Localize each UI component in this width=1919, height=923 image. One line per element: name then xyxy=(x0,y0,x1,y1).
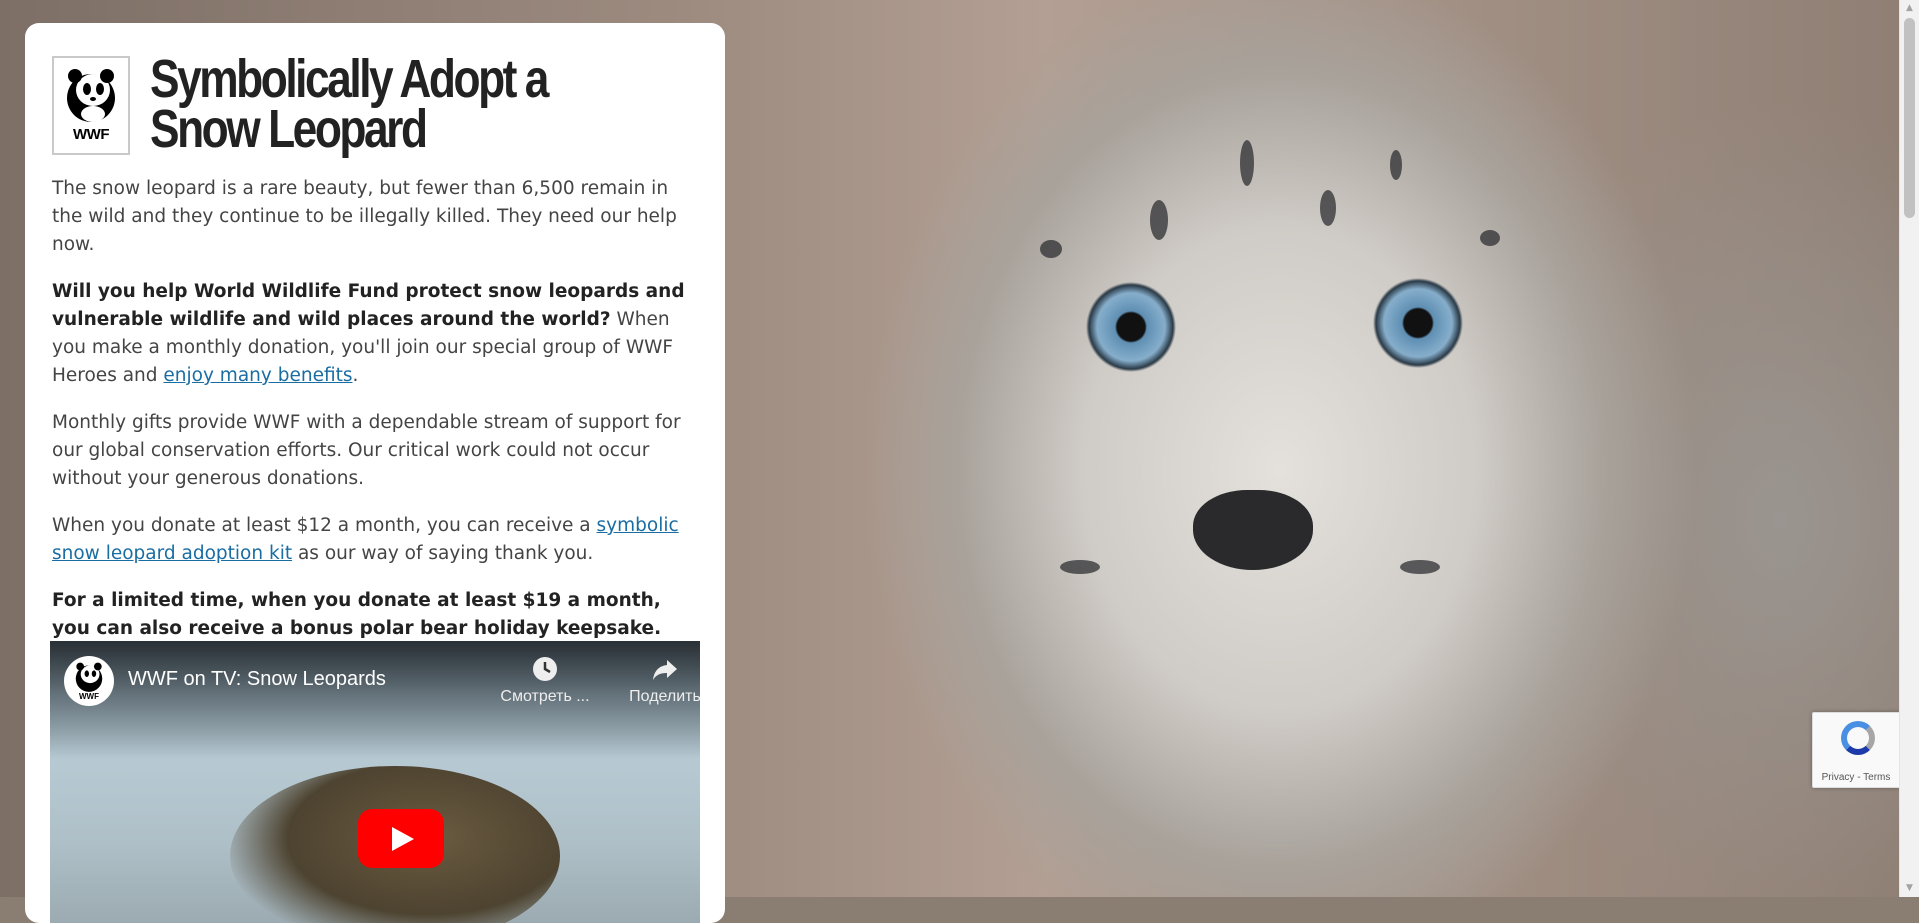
help-end: . xyxy=(352,365,359,386)
watch-later-button[interactable]: Смотреть ... xyxy=(490,656,600,706)
adoption-kit-paragraph: When you donate at least $12 a month, yo… xyxy=(52,512,702,568)
share-icon xyxy=(653,660,677,680)
scroll-down-icon[interactable]: ▼ xyxy=(1900,880,1919,897)
limited-time-paragraph: For a limited time, when you donate at l… xyxy=(52,587,702,643)
monthly-gifts-paragraph: Monthly gifts provide WWF with a dependa… xyxy=(52,412,681,489)
video-player[interactable]: WWF WWF on TV: Snow Leopards Смотреть ..… xyxy=(50,641,700,923)
play-icon[interactable] xyxy=(358,809,444,868)
scrollbar[interactable]: ▲ ▼ xyxy=(1899,0,1919,897)
benefits-link[interactable]: enjoy many benefits xyxy=(163,365,352,386)
wwf-panda-icon xyxy=(67,69,115,122)
recaptcha-icon xyxy=(1841,721,1875,755)
recaptcha-badge[interactable]: Privacy - Terms xyxy=(1812,712,1900,788)
page-title: Symbolically Adopt a Snow Leopard xyxy=(150,49,549,159)
scroll-up-icon[interactable]: ▲ xyxy=(1900,0,1919,17)
page-header: WWF Symbolically Adopt a Snow Leopard xyxy=(52,49,698,159)
scrollbar-thumb[interactable] xyxy=(1904,18,1915,218)
share-label: Поделить xyxy=(629,688,700,705)
help-question: Will you help World Wildlife Fund protec… xyxy=(52,281,685,330)
video-title[interactable]: WWF on TV: Snow Leopards xyxy=(128,668,386,691)
help-paragraph: Will you help World Wildlife Fund protec… xyxy=(52,278,702,390)
channel-avatar-text: WWF xyxy=(79,692,99,701)
video-header-shade xyxy=(50,641,700,761)
adoption-kit-end: as our way of saying thank you. xyxy=(292,543,594,564)
share-button[interactable]: Поделить xyxy=(610,656,700,706)
adoption-kit-text: When you donate at least $12 a month, yo… xyxy=(52,515,597,536)
clock-icon xyxy=(533,657,557,681)
watch-later-label: Смотреть ... xyxy=(500,688,590,705)
intro-paragraph: The snow leopard is a rare beauty, but f… xyxy=(52,178,677,255)
logo-text: WWF xyxy=(73,126,109,143)
content-panel: WWF Symbolically Adopt a Snow Leopard Th… xyxy=(25,23,725,923)
limited-time-offer: For a limited time, when you donate at l… xyxy=(52,590,662,639)
recaptcha-links[interactable]: Privacy - Terms xyxy=(1813,772,1899,783)
channel-avatar[interactable]: WWF xyxy=(64,656,114,706)
wwf-panda-icon xyxy=(75,662,103,692)
wwf-logo[interactable]: WWF xyxy=(52,56,130,155)
